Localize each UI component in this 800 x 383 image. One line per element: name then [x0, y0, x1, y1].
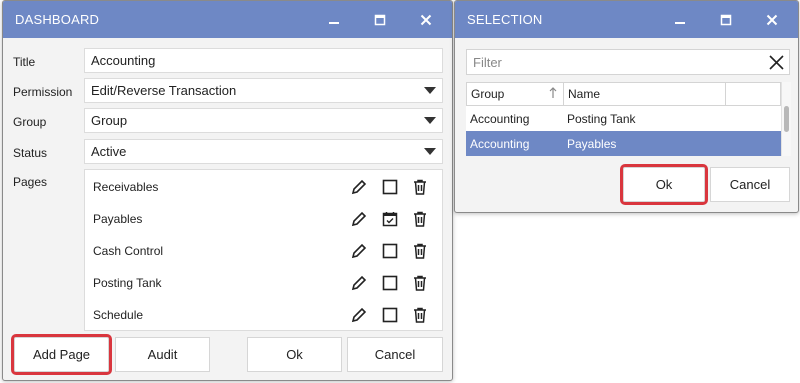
group-label: Group	[13, 115, 47, 129]
scrollbar[interactable]	[781, 82, 791, 156]
edit-icon[interactable]	[350, 178, 368, 196]
trash-icon[interactable]	[411, 210, 429, 228]
page-name: Posting Tank	[93, 276, 162, 290]
clear-filter-icon[interactable]	[768, 54, 785, 74]
cancel-button[interactable]: Cancel	[710, 167, 790, 202]
dashboard-title: DASHBOARD	[15, 12, 100, 27]
checkbox-icon[interactable]	[381, 242, 399, 260]
list-item[interactable]: Cash Control	[85, 235, 442, 267]
filter-placeholder: Filter	[473, 54, 502, 70]
column-header-group[interactable]: Group	[467, 83, 564, 105]
status-label: Status	[13, 146, 48, 160]
maximize-icon[interactable]	[368, 8, 392, 32]
calendar-check-icon[interactable]	[381, 210, 399, 228]
chevron-down-icon	[424, 87, 436, 94]
title-input-value: Accounting	[91, 53, 156, 68]
selection-title: SELECTION	[467, 12, 543, 27]
chevron-down-icon	[424, 148, 436, 155]
dashboard-titlebar: DASHBOARD	[3, 1, 452, 38]
page-name: Cash Control	[93, 244, 164, 258]
page-name: Schedule	[93, 308, 144, 322]
table-row-selected[interactable]: Accounting Payables	[466, 131, 781, 156]
grid-header: Group Name	[466, 82, 781, 106]
status-select-value: Active	[91, 144, 127, 159]
trash-icon[interactable]	[411, 242, 429, 260]
scrollbar-thumb[interactable]	[784, 106, 789, 132]
page-name: Payables	[93, 212, 143, 226]
column-header-group-label: Group	[471, 87, 505, 101]
close-icon[interactable]	[760, 8, 784, 32]
minimize-icon[interactable]	[668, 8, 692, 32]
cell-group: Accounting	[470, 112, 530, 126]
table-row[interactable]: Accounting Posting Tank	[466, 106, 781, 131]
permission-select-value: Edit/Reverse Transaction	[91, 83, 237, 98]
trash-icon[interactable]	[411, 178, 429, 196]
audit-button[interactable]: Audit	[115, 337, 210, 372]
edit-icon[interactable]	[350, 306, 368, 324]
group-select-value: Group	[91, 113, 128, 128]
title-label: Title	[13, 55, 36, 69]
title-input[interactable]: Accounting	[84, 48, 443, 73]
list-item[interactable]: Payables	[85, 203, 442, 235]
maximize-icon[interactable]	[714, 8, 738, 32]
page-name: Receivables	[93, 180, 159, 194]
trash-icon[interactable]	[411, 306, 429, 324]
selection-window: SELECTION Filter Group Name Accounting P…	[454, 0, 799, 213]
dashboard-window: DASHBOARD Title Accounting Permission Ed…	[2, 0, 453, 381]
cell-group: Accounting	[470, 137, 530, 151]
filter-input[interactable]: Filter	[466, 49, 790, 75]
checkbox-icon[interactable]	[381, 274, 399, 292]
list-item[interactable]: Schedule	[85, 299, 442, 331]
cancel-button[interactable]: Cancel	[347, 337, 443, 372]
selection-titlebar: SELECTION	[455, 1, 798, 38]
pages-list: Receivables Payables Cash Control Postin…	[84, 169, 443, 331]
ok-button[interactable]: Ok	[247, 337, 342, 372]
ok-button[interactable]: Ok	[620, 164, 708, 205]
edit-icon[interactable]	[350, 242, 368, 260]
status-select[interactable]: Active	[84, 139, 443, 164]
column-header-name-label: Name	[568, 87, 601, 101]
column-header-name[interactable]: Name	[564, 83, 726, 105]
sort-asc-icon	[549, 87, 557, 102]
checkbox-icon[interactable]	[381, 178, 399, 196]
group-select[interactable]: Group	[84, 108, 443, 133]
cell-name: Payables	[567, 137, 617, 151]
close-icon[interactable]	[414, 8, 438, 32]
checkbox-icon[interactable]	[381, 306, 399, 324]
chevron-down-icon	[424, 117, 436, 124]
trash-icon[interactable]	[411, 274, 429, 292]
permission-select[interactable]: Edit/Reverse Transaction	[84, 78, 443, 103]
add-page-button[interactable]: Add Page	[11, 334, 112, 375]
cell-name: Posting Tank	[567, 112, 636, 126]
pages-label: Pages	[13, 175, 48, 189]
edit-icon[interactable]	[350, 274, 368, 292]
minimize-icon[interactable]	[322, 8, 346, 32]
list-item[interactable]: Receivables	[85, 171, 442, 203]
edit-icon[interactable]	[350, 210, 368, 228]
permission-label: Permission	[13, 85, 73, 99]
list-item[interactable]: Posting Tank	[85, 267, 442, 299]
